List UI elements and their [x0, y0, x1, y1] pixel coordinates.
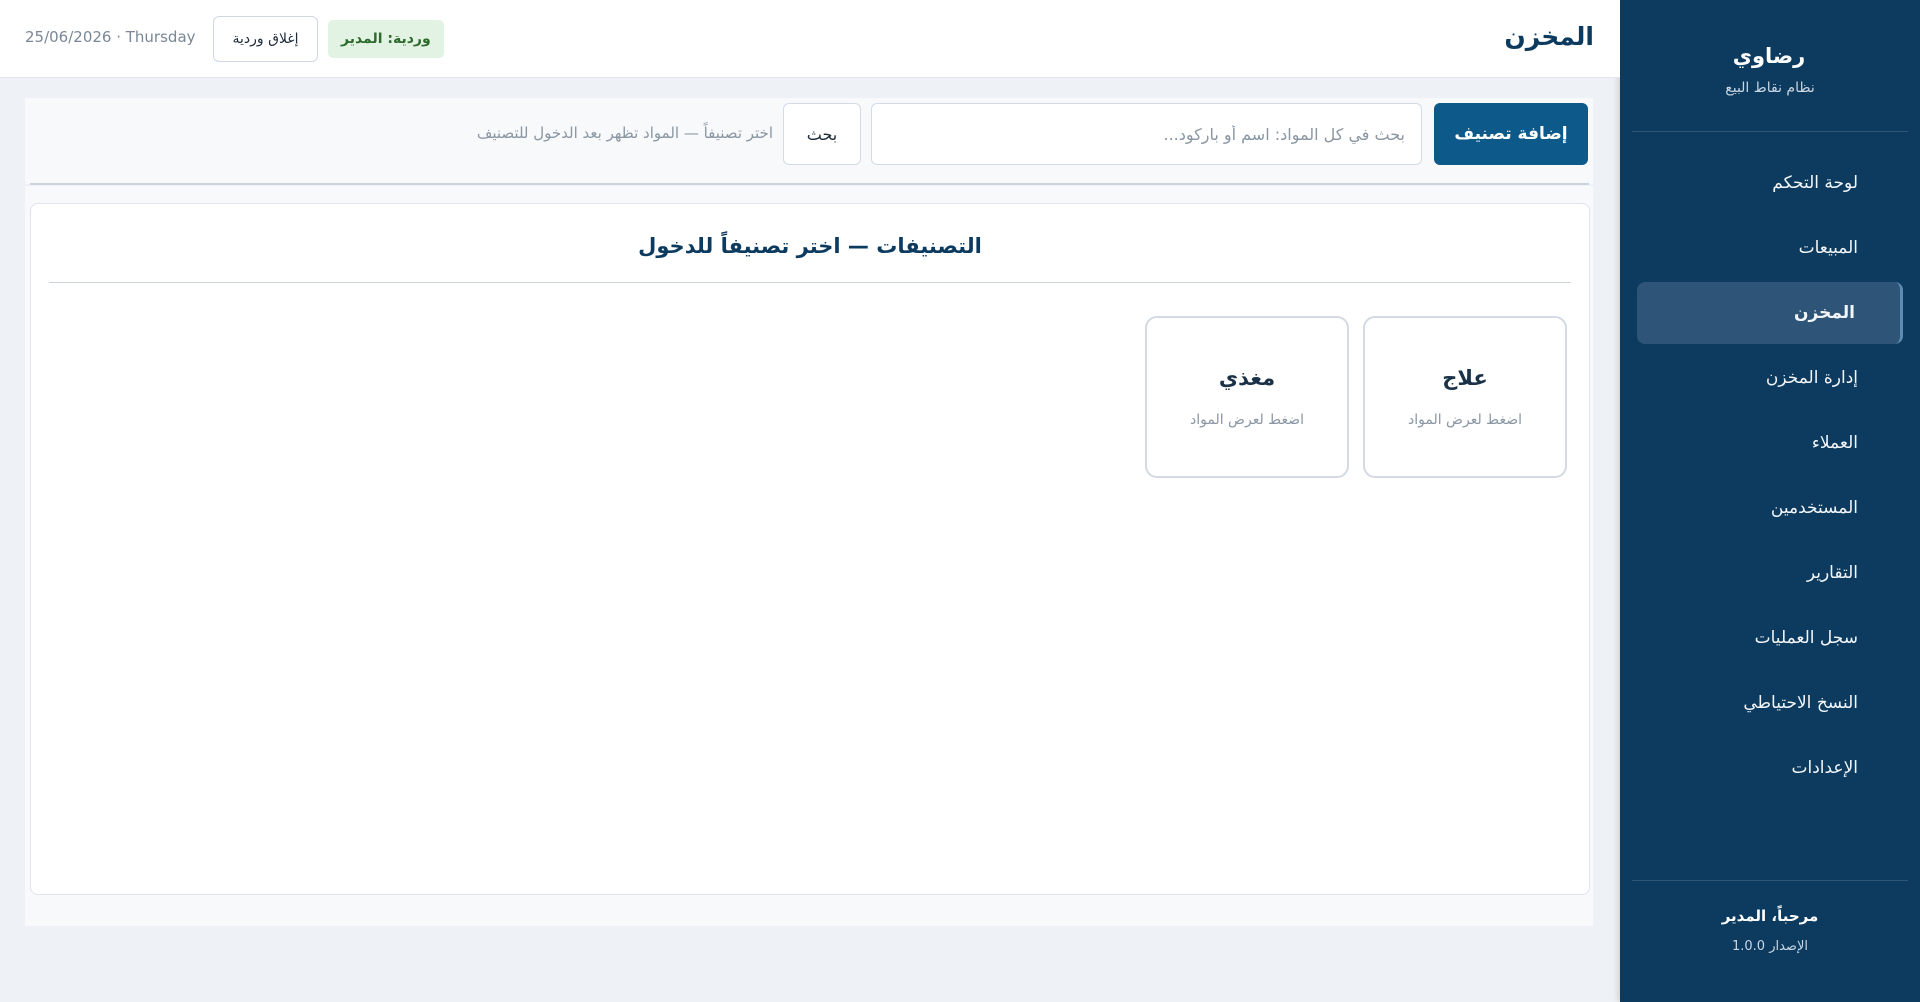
sidebar: رضاوي نظام نقاط البيع لوحة التحكم المبيع… — [1620, 0, 1920, 1002]
category-hint: اضغط لعرض المواد — [1190, 412, 1304, 428]
shift-badge: وردية: المدير — [328, 20, 444, 58]
sidebar-item-warehouse[interactable]: المخزن — [1637, 282, 1903, 344]
toolbar-divider — [30, 183, 1589, 185]
toolbar-hint: اختر تصنيفاً — المواد تظهر بعد الدخول لل… — [476, 124, 773, 142]
version-text: الإصدار 1.0.0 — [1732, 939, 1808, 954]
sidebar-item-backup[interactable]: النسخ الاحتياطي — [1637, 672, 1903, 734]
close-shift-button[interactable]: إغلاق وردية — [213, 16, 318, 62]
sidebar-item-reports[interactable]: التقارير — [1637, 542, 1903, 604]
welcome-text: مرحباً، المدير — [1721, 907, 1819, 925]
sidebar-item-users[interactable]: المستخدمين — [1637, 477, 1903, 539]
sidebar-item-activity-log[interactable]: سجل العمليات — [1637, 607, 1903, 669]
categories-panel: التصنيفات — اختر تصنيفاً للدخول علاج اضغ… — [30, 203, 1590, 895]
sidebar-footer: مرحباً، المدير الإصدار 1.0.0 — [1632, 880, 1908, 1002]
brand-name: رضاوي — [1732, 44, 1806, 68]
search-input[interactable] — [871, 103, 1422, 165]
categories-divider — [49, 282, 1571, 283]
page-title: المخزن — [1504, 22, 1594, 51]
category-card-nutrient[interactable]: مغذي اضغط لعرض المواد — [1145, 316, 1349, 478]
sidebar-item-settings[interactable]: الإعدادات — [1637, 737, 1903, 799]
category-hint: اضغط لعرض المواد — [1408, 412, 1522, 428]
top-header: المخزن وردية: المدير إغلاق وردية 25/06/2… — [0, 0, 1620, 78]
sidebar-nav: لوحة التحكم المبيعات المخزن إدارة المخزن… — [1620, 152, 1920, 799]
category-name: مغذي — [1218, 366, 1276, 390]
brand-subtitle: نظام نقاط البيع — [1725, 80, 1815, 96]
sidebar-item-warehouse-management[interactable]: إدارة المخزن — [1637, 347, 1903, 409]
add-category-button[interactable]: إضافة تصنيف — [1434, 103, 1588, 165]
toolbar: إضافة تصنيف بحث اختر تصنيفاً — المواد تظ… — [25, 98, 1593, 184]
brand: رضاوي نظام نقاط البيع — [1632, 0, 1908, 132]
categories-title: التصنيفات — اختر تصنيفاً للدخول — [638, 234, 982, 258]
date-time: 25/06/2026 · Thursday — [25, 28, 196, 46]
category-name: علاج — [1442, 366, 1488, 390]
sidebar-item-sales[interactable]: المبيعات — [1637, 217, 1903, 279]
sidebar-item-customers[interactable]: العملاء — [1637, 412, 1903, 474]
app-root: رضاوي نظام نقاط البيع لوحة التحكم المبيع… — [0, 0, 1920, 1002]
search-button[interactable]: بحث — [783, 103, 861, 165]
category-card-treatment[interactable]: علاج اضغط لعرض المواد — [1363, 316, 1567, 478]
sidebar-item-dashboard[interactable]: لوحة التحكم — [1637, 152, 1903, 214]
